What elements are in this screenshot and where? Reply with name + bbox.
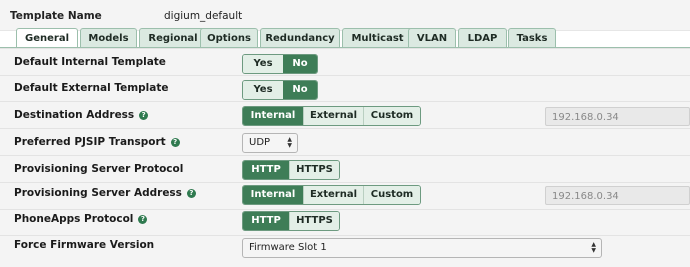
prov-protocol-toggle: HTTP HTTPS xyxy=(242,160,340,180)
tab-options[interactable]: Options xyxy=(200,28,258,47)
destination-external[interactable]: External xyxy=(303,107,363,125)
prov-protocol-http[interactable]: HTTP xyxy=(243,161,289,179)
pjsip-transport-label: Preferred PJSIP Transport? xyxy=(14,136,180,148)
external-template-no[interactable]: No xyxy=(283,81,317,99)
tab-redundancy[interactable]: Redundancy xyxy=(260,28,340,47)
firmware-version-value: Firmware Slot 1 xyxy=(249,242,327,253)
help-icon[interactable]: ? xyxy=(186,189,196,198)
tab-tasks[interactable]: Tasks xyxy=(508,28,556,47)
destination-address-label: Destination Address? xyxy=(14,109,149,121)
prov-protocol-row: Provisioning Server Protocol HTTP HTTPS xyxy=(0,155,690,183)
external-template-toggle: Yes No xyxy=(242,80,318,100)
phoneapps-protocol-row: PhoneApps Protocol? HTTP HTTPS xyxy=(0,209,690,236)
pjsip-transport-select[interactable]: UDP ▲ ▼ xyxy=(242,133,298,153)
prov-address-row: Provisioning Server Address? Internal Ex… xyxy=(0,182,690,210)
prov-address-toggle: Internal External Custom xyxy=(242,185,421,205)
internal-template-toggle: Yes No xyxy=(242,54,318,74)
internal-template-label: Default Internal Template xyxy=(14,56,166,68)
destination-custom[interactable]: Custom xyxy=(363,107,420,125)
prov-address-input[interactable]: 192.168.0.34 xyxy=(545,186,690,205)
prov-protocol-https[interactable]: HTTPS xyxy=(289,161,339,179)
pjsip-transport-row: Preferred PJSIP Transport? UDP ▲ ▼ xyxy=(0,128,690,156)
tab-models[interactable]: Models xyxy=(80,28,137,47)
template-name-label: Template Name xyxy=(10,10,102,22)
prov-address-label: Provisioning Server Address? xyxy=(14,187,196,199)
destination-address-row: Destination Address? Internal External C… xyxy=(0,101,690,129)
phoneapps-https[interactable]: HTTPS xyxy=(289,212,339,230)
prov-protocol-label: Provisioning Server Protocol xyxy=(14,163,184,175)
firmware-version-select[interactable]: Firmware Slot 1 ▲ ▼ xyxy=(242,238,602,258)
select-arrows-icon: ▲ ▼ xyxy=(287,136,292,149)
firmware-version-label: Force Firmware Version xyxy=(14,239,155,251)
help-icon[interactable]: ? xyxy=(170,138,180,147)
prov-address-internal[interactable]: Internal xyxy=(243,186,303,204)
internal-template-no[interactable]: No xyxy=(283,55,317,73)
prov-address-custom[interactable]: Custom xyxy=(363,186,420,204)
destination-address-toggle: Internal External Custom xyxy=(242,106,421,126)
phoneapps-http[interactable]: HTTP xyxy=(243,212,289,230)
pjsip-transport-value: UDP xyxy=(249,137,271,148)
external-template-label: Default External Template xyxy=(14,82,169,94)
internal-template-row: Default Internal Template Yes No xyxy=(0,48,690,76)
phoneapps-protocol-toggle: HTTP HTTPS xyxy=(242,211,340,231)
help-icon[interactable]: ? xyxy=(139,111,149,120)
external-template-yes[interactable]: Yes xyxy=(243,81,283,99)
tab-multicast[interactable]: Multicast xyxy=(342,28,413,47)
destination-internal[interactable]: Internal xyxy=(243,107,303,125)
tab-ldap[interactable]: LDAP xyxy=(458,28,507,47)
template-name-row xyxy=(0,0,690,31)
destination-address-input[interactable]: 192.168.0.34 xyxy=(545,107,690,126)
tab-general[interactable]: General xyxy=(16,28,78,47)
external-template-row: Default External Template Yes No xyxy=(0,75,690,102)
internal-template-yes[interactable]: Yes xyxy=(243,55,283,73)
select-arrows-icon: ▲ ▼ xyxy=(591,241,596,254)
phoneapps-protocol-label: PhoneApps Protocol? xyxy=(14,213,148,225)
tab-regional[interactable]: Regional xyxy=(139,28,207,47)
template-name-value: digium_default xyxy=(164,10,243,22)
help-icon[interactable]: ? xyxy=(138,215,148,224)
firmware-version-row: Force Firmware Version Firmware Slot 1 ▲… xyxy=(0,235,690,267)
tab-vlan[interactable]: VLAN xyxy=(408,28,456,47)
prov-address-external[interactable]: External xyxy=(303,186,363,204)
